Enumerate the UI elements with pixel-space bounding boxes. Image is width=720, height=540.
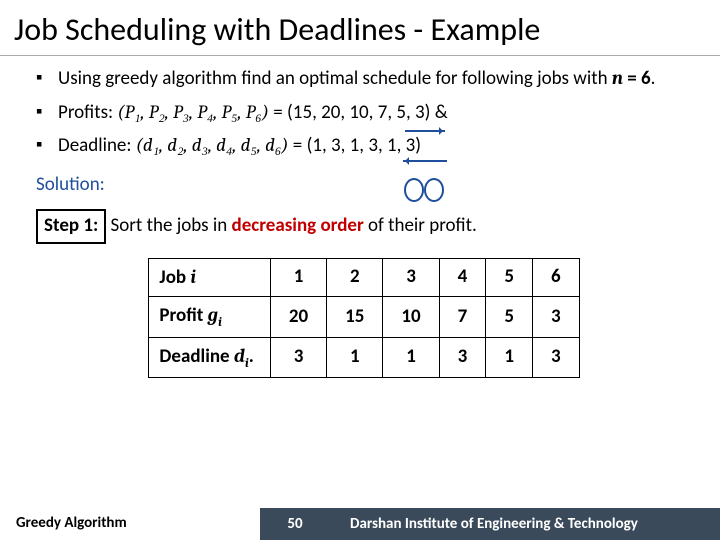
- bullet-deadlines: Deadline: (d₁, d₂, d₃, d₄, d₅, d₆) = (1,…: [36, 131, 692, 161]
- bullet-profits: Profits: (P₁, P₂, P₃, P₄, P₅, P₆) = (15,…: [36, 98, 692, 128]
- label: Deadline:: [58, 134, 136, 157]
- cell: 3: [270, 337, 326, 378]
- cell: 1: [383, 337, 439, 378]
- cell: 3: [439, 337, 486, 378]
- table-row: Job i 1 2 3 4 5 6: [149, 258, 579, 297]
- cell: 7: [439, 297, 486, 338]
- cell: 2: [327, 258, 383, 297]
- profits-lhs: (P₁, P₂, P₃, P₄, P₅, P₆): [117, 101, 269, 123]
- cell: 3: [383, 258, 439, 297]
- deadlines-lhs: (d₁, d₂, d₃, d₄, d₅, d₆): [136, 134, 289, 156]
- row-label-profit: Profit gi: [149, 297, 270, 338]
- step1-emph: decreasing order: [232, 214, 364, 237]
- cell: 1: [486, 337, 533, 378]
- footer: Greedy Algorithm 50 Darshan Institute of…: [0, 508, 720, 540]
- row-label-deadline: Deadline di.: [149, 337, 270, 378]
- val-n: 6: [641, 67, 651, 90]
- bullet-problem: Using greedy algorithm find an optimal s…: [36, 64, 692, 94]
- solution-label: Solution:: [36, 171, 692, 200]
- title-underline: [0, 55, 720, 56]
- step1-row: Step 1: Sort the jobs in decreasing orde…: [36, 209, 692, 244]
- row-label-job: Job i: [149, 258, 270, 297]
- deadlines-rhs: (1, 3, 1, 3, 1, 3): [307, 134, 421, 157]
- step1-box: Step 1:: [36, 209, 106, 244]
- footer-left: Greedy Algorithm: [0, 508, 260, 540]
- cell: 1: [327, 337, 383, 378]
- cell: 20: [270, 297, 326, 338]
- cell: 10: [383, 297, 439, 338]
- cell: 3: [532, 337, 579, 378]
- page-title: Job Scheduling with Deadlines - Example: [0, 0, 720, 55]
- eq: =: [289, 134, 307, 157]
- cell: 15: [327, 297, 383, 338]
- cell: 5: [486, 258, 533, 297]
- step1-pre: Sort the jobs in: [106, 214, 231, 237]
- text: .: [651, 67, 656, 90]
- label: Profits:: [58, 101, 117, 124]
- table-row: Profit gi 20 15 10 7 5 3: [149, 297, 579, 338]
- eq: =: [269, 101, 287, 124]
- amp: &: [430, 101, 447, 124]
- text: Using greedy algorithm find an optimal s…: [58, 67, 612, 90]
- cell: 4: [439, 258, 486, 297]
- table-row: Deadline di. 3 1 1 3 1 3: [149, 337, 579, 378]
- eq: =: [623, 67, 641, 90]
- cell: 6: [532, 258, 579, 297]
- cell: 3: [532, 297, 579, 338]
- footer-right: Darshan Institute of Engineering & Techn…: [330, 508, 720, 540]
- var-n: n: [612, 67, 623, 89]
- footer-page-number: 50: [260, 508, 330, 540]
- content-area: Using greedy algorithm find an optimal s…: [0, 64, 720, 378]
- step1-post: of their profit.: [364, 214, 477, 237]
- cell: 5: [486, 297, 533, 338]
- jobs-table: Job i 1 2 3 4 5 6 Profit gi 20 15 10 7 5…: [148, 258, 579, 379]
- cell: 1: [270, 258, 326, 297]
- profits-rhs: (15, 20, 10, 7, 5, 3): [287, 101, 430, 124]
